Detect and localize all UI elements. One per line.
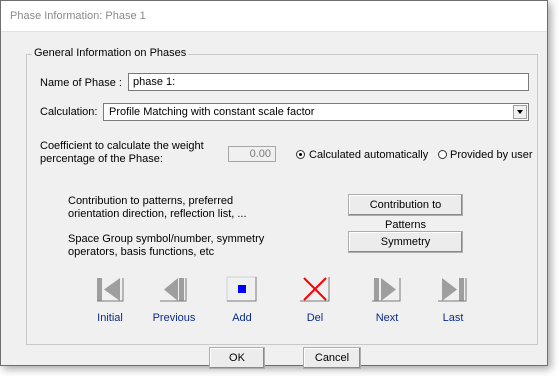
coefficient-label-line1: Coefficient to calculate the weight (40, 140, 204, 152)
previous-label[interactable]: Previous (144, 312, 204, 324)
previous-record-icon (160, 278, 187, 302)
previous-button[interactable] (157, 276, 189, 303)
symmetry-desc-line1: Space Group symbol/number, symmetry (68, 233, 265, 245)
next-button[interactable] (371, 276, 403, 303)
coefficient-value-field: 0.00 (228, 146, 276, 162)
contribution-to-patterns-button[interactable]: Contribution to Patterns (348, 194, 463, 231)
radio-provided-by-user[interactable] (438, 150, 447, 159)
group-label: General Information on Phases (32, 47, 189, 59)
symmetry-button-label: Symmetry (380, 236, 431, 248)
initial-button[interactable] (94, 276, 126, 303)
ok-button[interactable]: OK (209, 347, 265, 369)
calculation-dropdown[interactable]: Profile Matching with constant scale fac… (103, 103, 529, 121)
add-button[interactable] (226, 276, 258, 303)
option-provided-by-user-label[interactable]: Provided by user (450, 149, 533, 161)
calculation-label: Calculation: (40, 106, 98, 118)
ok-button-label: OK (229, 352, 245, 364)
cancel-button-label: Cancel (314, 352, 350, 364)
option-calculated-automatically-label[interactable]: Calculated automatically (309, 149, 428, 161)
last-label[interactable]: Last (423, 312, 483, 324)
initial-label[interactable]: Initial (80, 312, 140, 324)
coefficient-label-line2: percentage of the Phase: (40, 153, 163, 165)
dropdown-arrow-icon[interactable] (513, 105, 527, 119)
radio-calculated-automatically[interactable] (296, 150, 305, 159)
contribution-desc-line2: orientation direction, reflection list, … (68, 208, 247, 220)
name-of-phase-input[interactable]: phase 1: (128, 73, 529, 91)
calculation-selected-value: Profile Matching with constant scale fac… (109, 106, 315, 118)
last-button[interactable] (437, 276, 469, 303)
symmetry-button[interactable]: Symmetry (348, 231, 463, 253)
del-label[interactable]: Del (285, 312, 345, 324)
contribution-button-label: Contribution to Patterns (369, 199, 442, 231)
contribution-desc-line1: Contribution to patterns, preferred (68, 195, 234, 207)
next-record-icon (372, 278, 401, 302)
last-record-icon (438, 278, 467, 302)
add-record-icon (226, 276, 257, 302)
delete-record-icon (300, 277, 330, 302)
first-record-icon (97, 278, 124, 302)
symmetry-desc-line2: operators, basis functions, etc (68, 246, 215, 258)
cancel-button[interactable]: Cancel (303, 347, 361, 369)
next-label[interactable]: Next (357, 312, 417, 324)
window-title: Phase Information: Phase 1 (10, 10, 146, 22)
name-of-phase-label: Name of Phase : (40, 77, 122, 89)
title-bar: Phase Information: Phase 1 (1, 1, 547, 32)
add-label[interactable]: Add (212, 312, 272, 324)
del-button[interactable] (299, 276, 331, 303)
